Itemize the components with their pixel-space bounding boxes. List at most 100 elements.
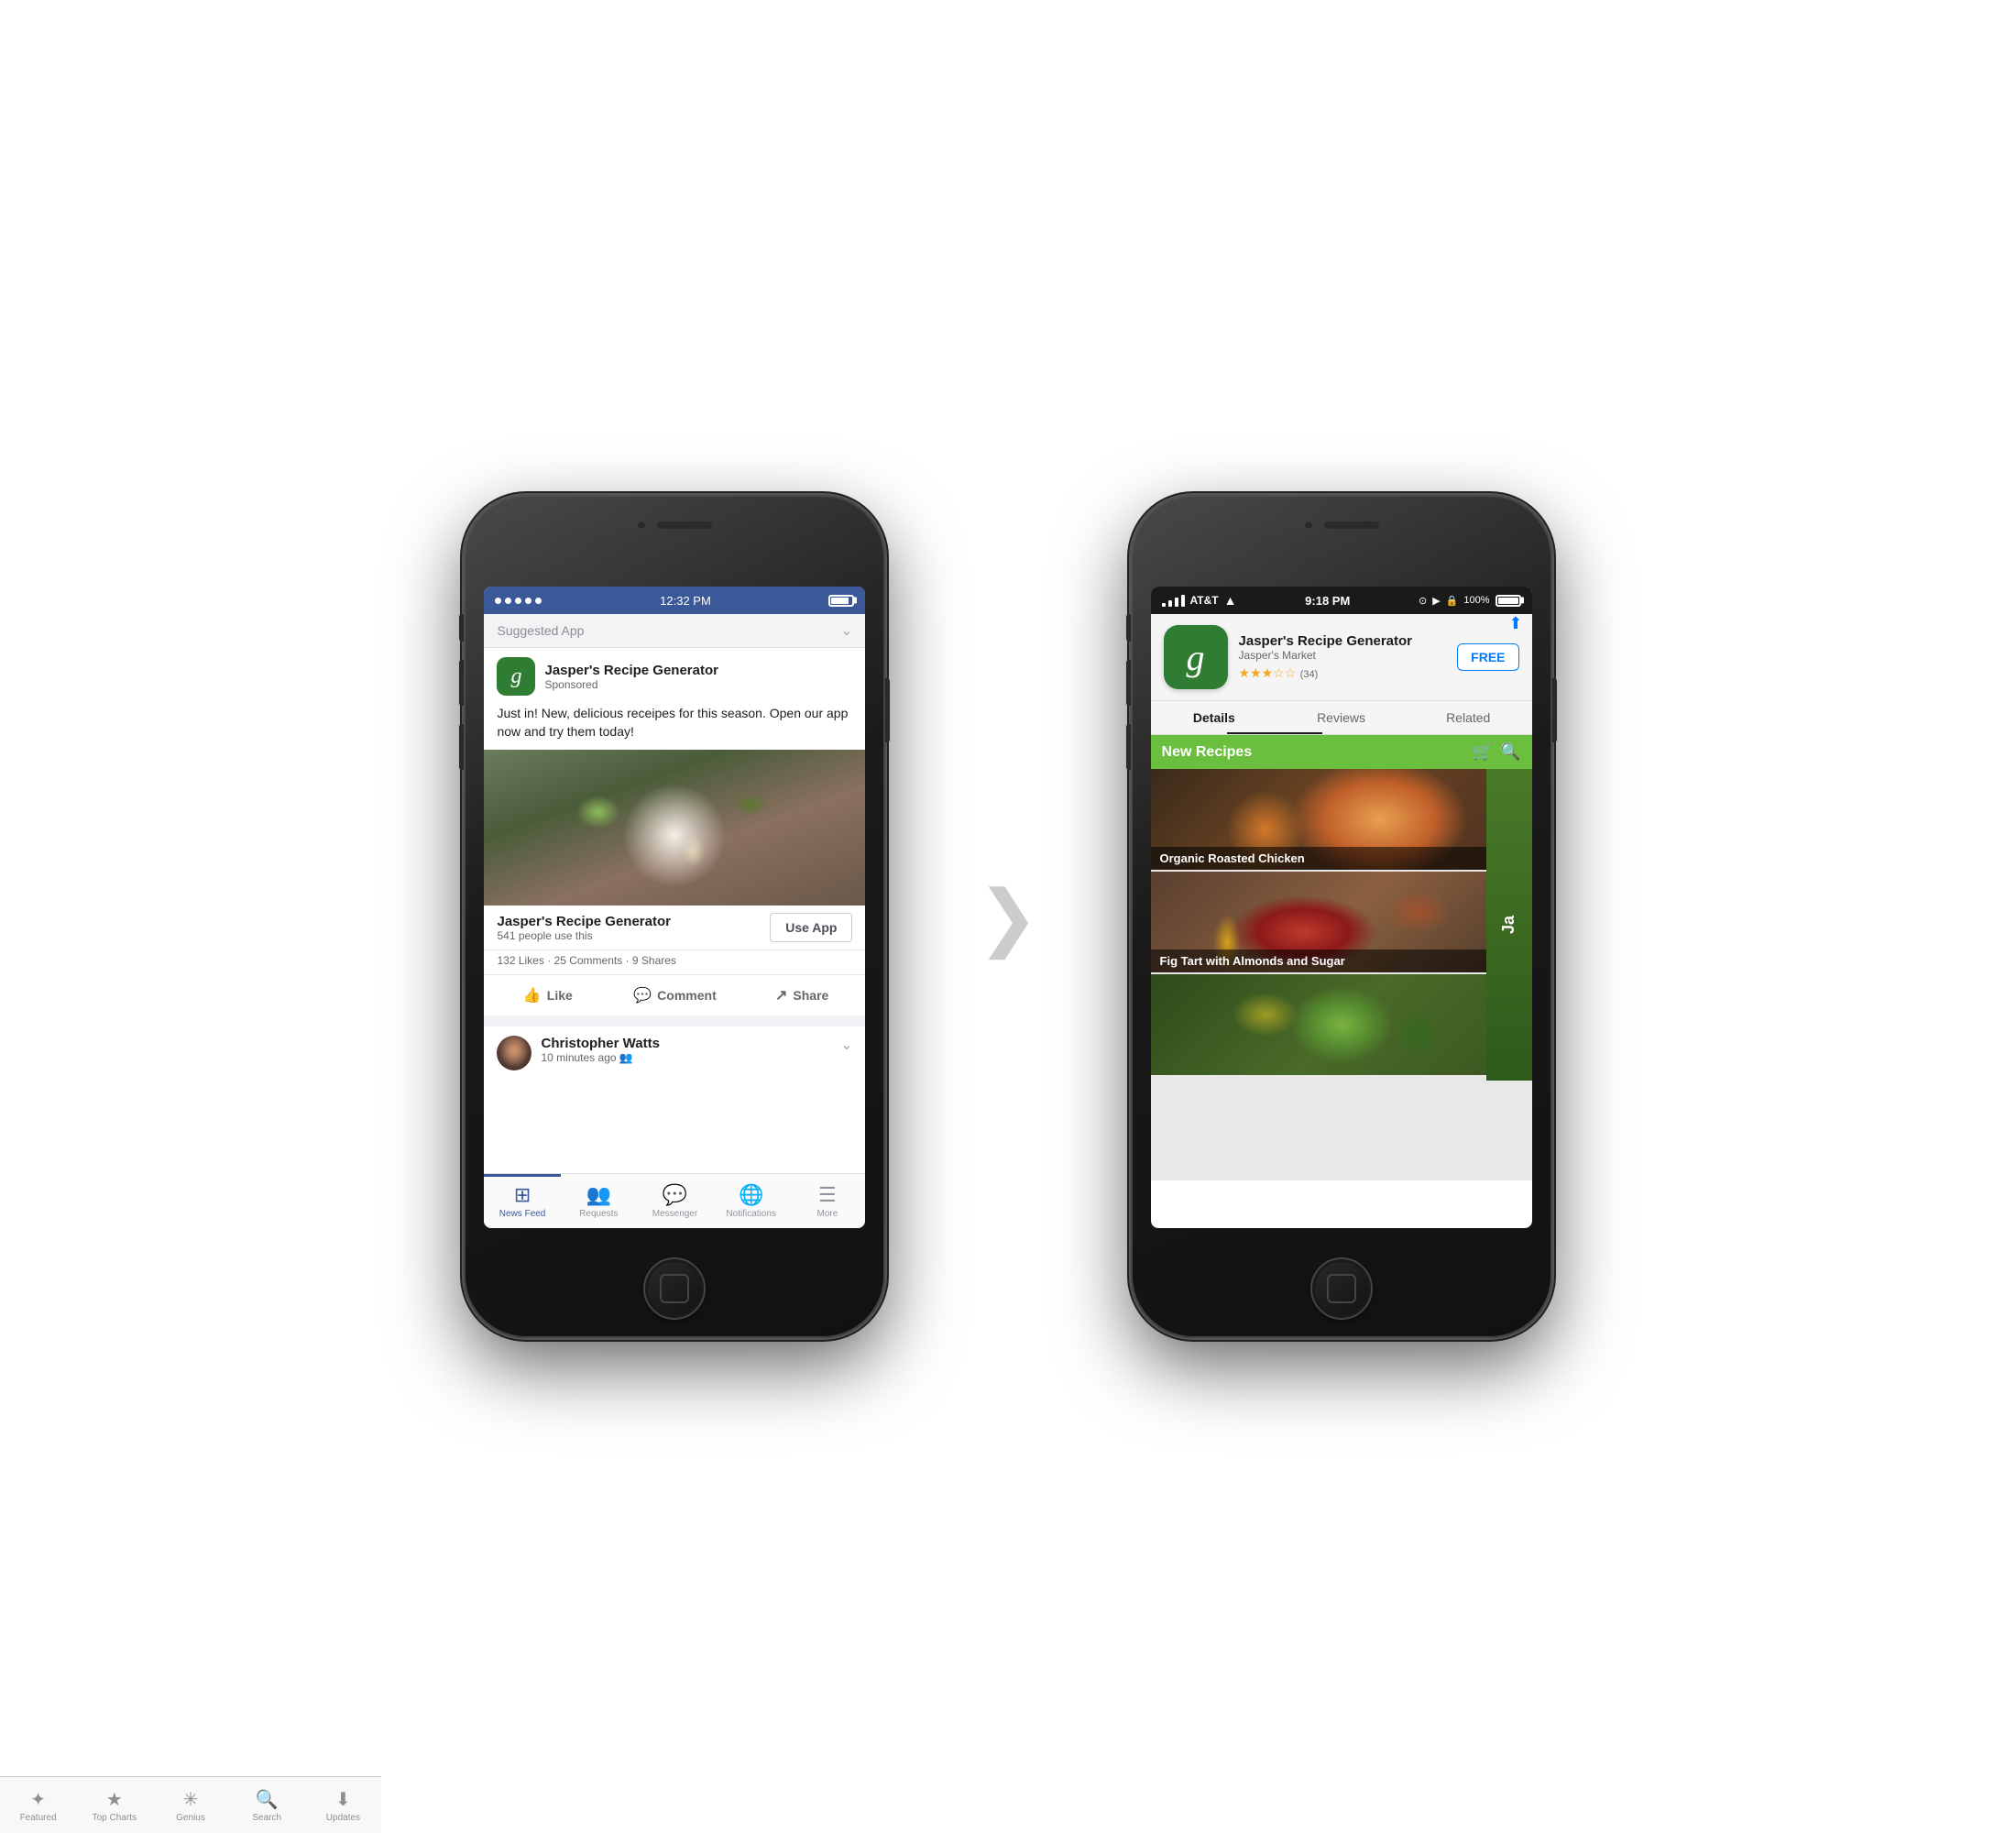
tab-reviews[interactable]: Reviews bbox=[1277, 701, 1405, 734]
friends-icon: 👥 bbox=[619, 1051, 633, 1064]
signal-bars bbox=[1162, 595, 1185, 607]
post-info: Christopher Watts 10 minutes ago 👥 bbox=[541, 1036, 831, 1064]
newsfeed-icon: ⊞ bbox=[514, 1183, 531, 1207]
share-button[interactable]: ⬆ bbox=[1508, 614, 1522, 633]
volume-down-button[interactable] bbox=[459, 724, 464, 770]
messenger-label: Messenger bbox=[652, 1209, 697, 1219]
power-button[interactable] bbox=[885, 678, 890, 742]
star-rating: ★★★☆☆ bbox=[1239, 665, 1297, 680]
nav-item-messenger[interactable]: 💬 Messenger bbox=[637, 1174, 713, 1228]
appstore-screen: AT&T ▲ 9:18 PM ⊙ ▶ 🔒 100% ⬆ g bbox=[1151, 587, 1532, 1228]
battery-fill bbox=[831, 598, 849, 604]
battery-percent: 100% bbox=[1463, 595, 1489, 606]
home-button-right[interactable] bbox=[1310, 1257, 1373, 1320]
ad-text: Just in! New, delicious receipes for thi… bbox=[484, 701, 865, 750]
volume-down-button-right[interactable] bbox=[1126, 724, 1131, 770]
nav-item-newsfeed[interactable]: ⊞ News Feed bbox=[484, 1174, 560, 1228]
mute-button-right[interactable] bbox=[1126, 614, 1131, 642]
ad-app-name: Jasper's Recipe Generator bbox=[544, 663, 852, 678]
like-label: Like bbox=[547, 988, 573, 1003]
comment-action[interactable]: 💬 Comment bbox=[611, 979, 739, 1012]
banner-title: New Recipes bbox=[1162, 744, 1253, 761]
as-status-right: ⊙ ▶ 🔒 100% bbox=[1419, 595, 1521, 607]
signal-bar-2 bbox=[1168, 600, 1172, 607]
app-content-area: New Recipes 🛒 🔍 Organic Roasted Chicken bbox=[1151, 735, 1532, 1180]
app-info: Jasper's Recipe Generator Jasper's Marke… bbox=[1239, 633, 1447, 682]
suggested-label: Suggested App bbox=[497, 623, 584, 638]
ad-card-info: Jasper's Recipe Generator Sponsored bbox=[544, 663, 852, 691]
recipe-image-3 bbox=[1151, 974, 1532, 1075]
more-label: More bbox=[817, 1209, 838, 1219]
rating-count: (34) bbox=[1300, 669, 1319, 680]
ad-footer-title: Jasper's Recipe Generator bbox=[497, 914, 671, 929]
side-peek-panel: Ja bbox=[1486, 769, 1532, 1081]
app-icon-large: g bbox=[1164, 625, 1228, 689]
comment-icon: 💬 bbox=[633, 986, 652, 1004]
share-action[interactable]: ↗ Share bbox=[739, 979, 866, 1012]
app-store-header: g Jasper's Recipe Generator Jasper's Mar… bbox=[1151, 614, 1532, 701]
power-button-right[interactable] bbox=[1552, 678, 1557, 742]
nav-active-indicator bbox=[484, 1174, 560, 1177]
signal-dot bbox=[535, 598, 542, 604]
user-avatar bbox=[497, 1036, 531, 1070]
home-button-left[interactable] bbox=[643, 1257, 706, 1320]
next-post: Christopher Watts 10 minutes ago 👥 ⌄ bbox=[484, 1021, 865, 1080]
signal-dots bbox=[495, 598, 542, 604]
time-display: 12:32 PM bbox=[660, 594, 711, 608]
recipe-item-3[interactable] bbox=[1151, 974, 1532, 1075]
more-icon: ☰ bbox=[818, 1183, 837, 1207]
banner-icons: 🛒 🔍 bbox=[1473, 742, 1521, 762]
ad-stats: 132 Likes · 25 Comments · 9 Shares bbox=[484, 949, 865, 975]
volume-up-button-right[interactable] bbox=[1126, 660, 1131, 706]
home-button-inner-right bbox=[1327, 1274, 1356, 1303]
signal-dot bbox=[495, 598, 501, 604]
recipe-item-2[interactable]: Fig Tart with Almonds and Sugar bbox=[1151, 872, 1532, 972]
comment-label: Comment bbox=[657, 988, 717, 1003]
nav-item-requests[interactable]: 👥 Requests bbox=[561, 1174, 637, 1228]
ad-card-footer: Jasper's Recipe Generator 541 people use… bbox=[484, 906, 865, 949]
volume-up-button[interactable] bbox=[459, 660, 464, 706]
location-icon: ⊙ bbox=[1419, 595, 1427, 607]
earpiece-speaker-right bbox=[1324, 521, 1379, 529]
notifications-icon: 🌐 bbox=[739, 1183, 763, 1207]
signal-bar-4 bbox=[1181, 595, 1185, 607]
like-icon: 👍 bbox=[523, 986, 542, 1004]
forward-arrow: ❯ bbox=[977, 874, 1038, 960]
like-action[interactable]: 👍 Like bbox=[484, 979, 611, 1012]
earpiece-speaker bbox=[657, 521, 712, 529]
post-chevron-icon: ⌄ bbox=[840, 1036, 852, 1054]
suggested-app-bar[interactable]: Suggested App ⌄ bbox=[484, 614, 865, 648]
arrow-icon: ▶ bbox=[1432, 595, 1440, 607]
scene: 12:32 PM Suggested App ⌄ g Jasper's Reci… bbox=[464, 495, 1551, 1338]
home-button-inner bbox=[660, 1274, 689, 1303]
nav-item-notifications[interactable]: 🌐 Notifications bbox=[713, 1174, 789, 1228]
chevron-down-icon: ⌄ bbox=[840, 621, 852, 640]
free-button[interactable]: FREE bbox=[1457, 643, 1518, 671]
cart-icon[interactable]: 🛒 bbox=[1473, 742, 1493, 762]
ad-food-image bbox=[484, 750, 865, 906]
facebook-screen: 12:32 PM Suggested App ⌄ g Jasper's Reci… bbox=[484, 587, 865, 1228]
signal-dot bbox=[515, 598, 521, 604]
recipe-item-1[interactable]: Organic Roasted Chicken bbox=[1151, 769, 1532, 870]
notifications-label: Notifications bbox=[726, 1209, 775, 1219]
app-rating: ★★★☆☆ (34) bbox=[1239, 665, 1447, 682]
use-app-button[interactable]: Use App bbox=[770, 913, 852, 942]
sponsored-label: Sponsored bbox=[544, 678, 852, 691]
recipes-list: Organic Roasted Chicken Fig Tart with Al… bbox=[1151, 769, 1532, 1075]
recipe-name-1: Organic Roasted Chicken bbox=[1151, 847, 1532, 870]
avatar-face bbox=[497, 1036, 531, 1070]
nav-item-more[interactable]: ☰ More bbox=[789, 1174, 865, 1228]
search-icon[interactable]: 🔍 bbox=[1500, 742, 1520, 762]
tab-related[interactable]: Related bbox=[1405, 701, 1532, 734]
mute-button[interactable] bbox=[459, 614, 464, 642]
tab-details[interactable]: Details bbox=[1151, 701, 1278, 734]
messenger-icon: 💬 bbox=[663, 1183, 687, 1207]
phone-left-top bbox=[464, 521, 885, 530]
signal-dot bbox=[525, 598, 531, 604]
wifi-icon: ▲ bbox=[1224, 593, 1237, 608]
phone-right-top bbox=[1131, 521, 1552, 530]
app-name: Jasper's Recipe Generator bbox=[1239, 633, 1447, 649]
signal-bar-1 bbox=[1162, 603, 1166, 607]
food-photo bbox=[484, 750, 865, 906]
battery-indicator bbox=[828, 595, 854, 607]
